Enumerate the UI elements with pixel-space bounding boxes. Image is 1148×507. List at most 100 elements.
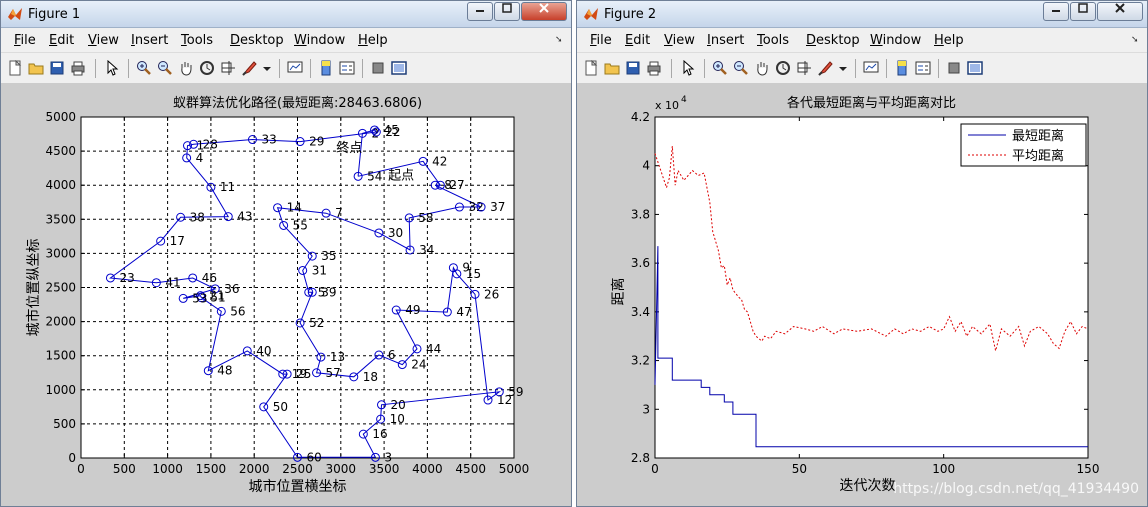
toolbar-separator (95, 59, 96, 78)
menu-file[interactable]: File (14, 33, 36, 48)
menu-desktop[interactable]: Desktop (230, 33, 284, 48)
zoom-out-icon[interactable] (733, 60, 749, 76)
link-plot-icon[interactable] (287, 60, 303, 76)
menubar-arrow-icon[interactable]: ➘ (1131, 34, 1139, 45)
city-label: 43 (237, 210, 252, 224)
matlab-logo-icon (584, 8, 598, 20)
menu-help[interactable]: Help (934, 33, 964, 48)
save-icon[interactable] (49, 60, 65, 76)
brush-icon[interactable] (817, 60, 833, 76)
figure2-plot[interactable]: 0 50 100 1502.833.23.43.63.844.2x 10 4最短距离平均… (577, 83, 1147, 507)
zoom-in-icon[interactable] (712, 60, 728, 76)
menu-insert[interactable]: Insert (131, 33, 168, 48)
brush-icon[interactable] (241, 60, 257, 76)
chart-title: 蚁群算法优化路径(最短距离:28463.6806) (173, 95, 422, 111)
hide-plot-tools-icon[interactable] (370, 60, 386, 76)
menu-view[interactable]: View (88, 33, 119, 48)
colorbar-icon[interactable] (894, 60, 910, 76)
rotate-3d-icon[interactable] (775, 60, 791, 76)
rotate-3d-icon[interactable] (199, 60, 215, 76)
print-icon[interactable] (70, 60, 86, 76)
open-folder-icon[interactable] (28, 60, 44, 76)
city-label: 23 (119, 271, 134, 285)
y-axis-label: 城市位置纵坐标 (25, 239, 42, 337)
legend-icon[interactable] (915, 60, 931, 76)
y-tick-label: 5000 (45, 110, 76, 124)
link-plot-icon[interactable] (863, 60, 879, 76)
maximize-icon (1078, 3, 1088, 13)
x-tick-label: 0 (651, 462, 659, 476)
menu-window[interactable]: Window (870, 33, 921, 48)
hide-plot-tools-icon[interactable] (946, 60, 962, 76)
show-plot-tools-icon[interactable] (391, 60, 407, 76)
dropdown-arrow-icon[interactable] (259, 60, 275, 76)
menu-insert[interactable]: Insert (707, 33, 744, 48)
colorbar-icon[interactable] (318, 60, 334, 76)
save-icon[interactable] (625, 60, 641, 76)
figure2-titlebar[interactable]: Figure 2 (577, 1, 1147, 28)
menu-desktop[interactable]: Desktop (806, 33, 860, 48)
pan-hand-icon[interactable] (754, 60, 770, 76)
minimize-button[interactable] (467, 2, 493, 21)
city-label: 48 (217, 364, 232, 378)
zoom-out-icon[interactable] (157, 60, 173, 76)
toolbar-separator (362, 59, 363, 78)
zoom-in-icon[interactable] (136, 60, 152, 76)
x-tick-label: 500 (113, 462, 136, 476)
menu-tools[interactable]: Tools (757, 33, 789, 48)
pointer-icon[interactable] (680, 59, 696, 76)
figure1-titlebar[interactable]: Figure 1 (1, 1, 571, 28)
close-button[interactable] (1097, 2, 1143, 21)
figure1-plot[interactable]: 0 500 1000 1500 2000 2500 3000 3500 4000 4500 5000… (1, 83, 571, 507)
city-label: 40 (256, 344, 271, 358)
city-label: 20 (391, 398, 406, 412)
city-label: 49 (405, 303, 420, 317)
y-tick-label: 3.4 (631, 305, 650, 319)
city-label: 56 (230, 304, 245, 318)
city-label: 34 (419, 243, 434, 257)
menu-tools[interactable]: Tools (181, 33, 213, 48)
figure2-window: Figure 2 File Edit View Insert Tools Des… (576, 0, 1148, 507)
menu-help[interactable]: Help (358, 33, 388, 48)
close-button[interactable] (521, 2, 567, 21)
end-point-label: 终点 (336, 140, 362, 156)
y-tick-label: 500 (53, 417, 76, 431)
city-label: 51 (210, 291, 225, 305)
minimize-button[interactable] (1043, 2, 1069, 21)
dropdown-arrow-icon[interactable] (835, 60, 851, 76)
city-label: 10 (390, 412, 405, 426)
city-label: 60 (307, 450, 322, 464)
menu-edit[interactable]: Edit (625, 33, 650, 48)
maximize-button[interactable] (1070, 2, 1096, 21)
x-tick-label: 4500 (455, 462, 486, 476)
x-tick-label: 5000 (499, 462, 530, 476)
pan-hand-icon[interactable] (178, 60, 194, 76)
figure2-title: Figure 2 (604, 7, 657, 22)
city-label: 52 (309, 316, 324, 330)
pointer-icon[interactable] (104, 59, 120, 76)
city-label: 54 (367, 169, 382, 183)
y-tick-label: 3.2 (631, 354, 650, 368)
y-tick-label: 4000 (45, 178, 76, 192)
menu-edit[interactable]: Edit (49, 33, 74, 48)
city-label: 18 (363, 370, 378, 384)
data-cursor-icon[interactable] (220, 60, 236, 76)
data-cursor-icon[interactable] (796, 60, 812, 76)
watermark-text: https://blog.csdn.net/qq_41934490 (893, 481, 1139, 497)
menu-file[interactable]: File (590, 33, 612, 48)
legend-icon[interactable] (339, 60, 355, 76)
new-file-icon[interactable] (7, 59, 23, 76)
maximize-button[interactable] (494, 2, 520, 21)
new-file-icon[interactable] (583, 59, 599, 76)
legend[interactable]: 最短距离平均距离 (960, 123, 1087, 167)
print-icon[interactable] (646, 60, 662, 76)
y-tick-label: 2.8 (631, 451, 650, 465)
menu-window[interactable]: Window (294, 33, 345, 48)
y-tick-label: 3.6 (631, 256, 650, 270)
menubar-arrow-icon[interactable]: ➘ (555, 34, 563, 45)
city-label: 41 (165, 276, 180, 290)
menu-view[interactable]: View (664, 33, 695, 48)
show-plot-tools-icon[interactable] (967, 60, 983, 76)
open-folder-icon[interactable] (604, 60, 620, 76)
toolbar-separator (310, 59, 311, 78)
